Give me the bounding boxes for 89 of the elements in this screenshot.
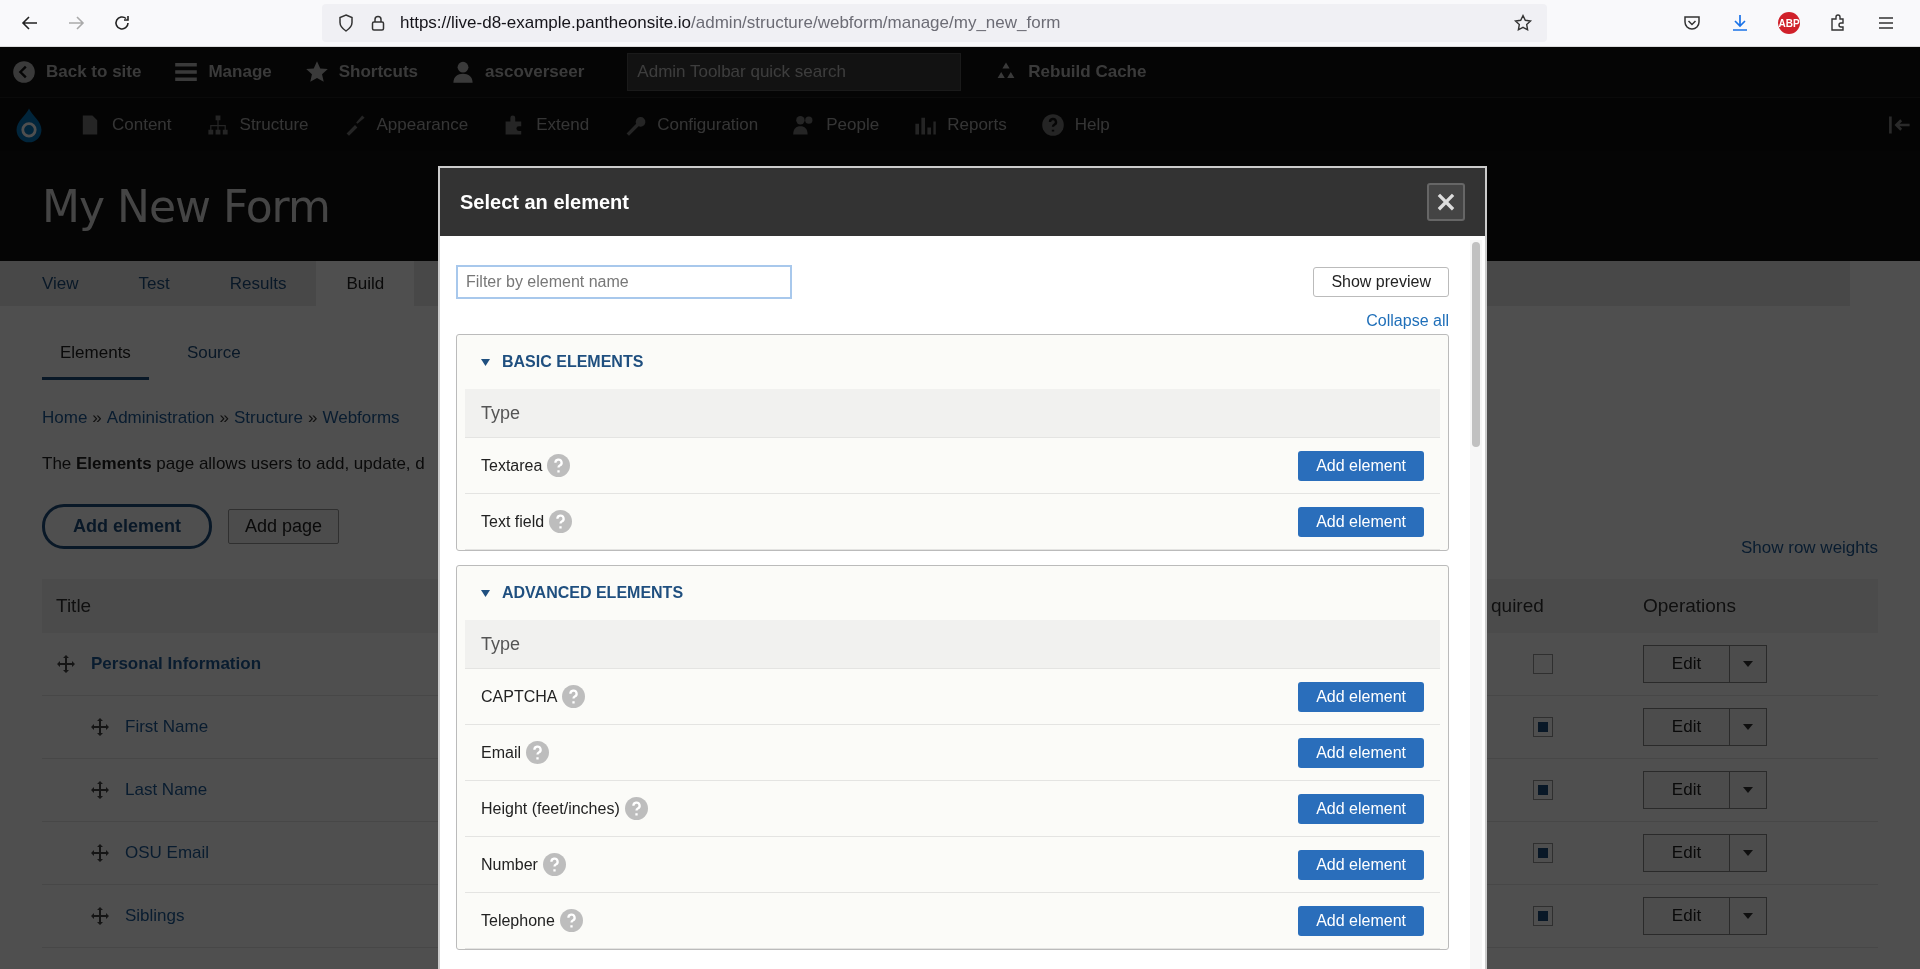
- element-name: Height (feet/inches): [481, 799, 620, 818]
- element-title-link[interactable]: First Name: [125, 717, 209, 737]
- column-header: Type: [465, 389, 1440, 438]
- drag-handle-icon[interactable]: [56, 654, 76, 674]
- description-text: The Elements page allows users to add, update, d: [42, 454, 426, 474]
- triangle-icon: [481, 357, 490, 367]
- dialog-title: Select an element: [460, 190, 629, 214]
- help-icon[interactable]: [559, 909, 583, 932]
- tab[interactable]: View: [0, 261, 109, 306]
- breadcrumb-separator: »: [92, 408, 102, 428]
- help-icon[interactable]: [542, 853, 566, 876]
- star-icon: [304, 60, 329, 84]
- collapse-all-link[interactable]: Collapse all: [1366, 312, 1449, 329]
- add-element-button[interactable]: Add element: [1298, 506, 1424, 537]
- adblock-badge[interactable]: ABP: [1778, 12, 1800, 34]
- page-title: My New Form: [42, 180, 330, 232]
- triangle-icon: [481, 588, 490, 598]
- drag-handle-icon[interactable]: [90, 843, 110, 863]
- element-name: Number: [481, 855, 538, 874]
- required-checkbox[interactable]: [1533, 654, 1553, 674]
- add-element-button[interactable]: Add element: [1298, 681, 1424, 712]
- tab[interactable]: Results: [199, 261, 317, 306]
- column-header: Type: [465, 620, 1440, 669]
- column-header: Title: [55, 595, 93, 617]
- element-name: Telephone: [481, 911, 555, 930]
- reload-icon[interactable]: [112, 13, 132, 33]
- help-icon[interactable]: [549, 510, 573, 533]
- filter-field[interactable]: Filter by element name: [456, 265, 792, 299]
- breadcrumb-link[interactable]: Administration: [106, 408, 215, 428]
- breadcrumb-link[interactable]: Home: [42, 408, 88, 428]
- add-element-button[interactable]: Add element: [1298, 793, 1424, 824]
- help-icon: [1040, 112, 1065, 137]
- add-element-button[interactable]: Add element: [1298, 737, 1424, 768]
- add-element-button[interactable]: Add element: [1298, 450, 1424, 481]
- back-circle-icon: [12, 60, 36, 84]
- tab[interactable]: Build: [316, 261, 415, 306]
- caret-icon: [1743, 724, 1753, 730]
- help-icon[interactable]: [562, 685, 586, 708]
- required-checkbox[interactable]: [1533, 906, 1553, 926]
- element-title-link[interactable]: Last Name: [125, 780, 208, 800]
- caret-icon: [1743, 787, 1753, 793]
- drag-handle-icon[interactable]: [90, 780, 110, 800]
- star-icon[interactable]: [1513, 13, 1533, 33]
- required-checkbox[interactable]: [1533, 843, 1553, 863]
- shield-icon[interactable]: [336, 13, 356, 33]
- help-icon[interactable]: [526, 741, 549, 764]
- pocket-icon[interactable]: [1682, 13, 1702, 33]
- caret-icon: [1743, 850, 1753, 856]
- add-element-button[interactable]: Add element: [1298, 905, 1424, 936]
- scrollbar[interactable]: [1470, 240, 1482, 969]
- show-preview-button[interactable]: Show preview: [1313, 267, 1449, 297]
- url-text: https://live-d8-example.pantheonsite.io/admin/structure/webform/manage/my_new_form: [400, 13, 1062, 33]
- tab[interactable]: Source: [168, 331, 259, 380]
- drag-handle-icon[interactable]: [90, 906, 110, 926]
- breadcrumb-link[interactable]: Structure: [234, 408, 303, 428]
- download-icon[interactable]: [1730, 13, 1750, 33]
- group-summary[interactable]: ADVANCED ELEMENTS: [465, 566, 1440, 620]
- drag-handle-icon[interactable]: [90, 717, 110, 737]
- element-title-link[interactable]: OSU Email: [125, 843, 210, 863]
- tab[interactable]: Elements: [42, 331, 149, 380]
- menu-icon: [174, 60, 199, 84]
- breadcrumb-separator: »: [219, 408, 229, 428]
- show-row-weights-link[interactable]: Show row weights: [1741, 538, 1878, 558]
- column-header: quired: [1490, 595, 1545, 617]
- drop-logo-icon[interactable]: [14, 106, 44, 143]
- element-title-link[interactable]: Personal Information: [91, 654, 262, 674]
- element-name: CAPTCHA: [481, 687, 558, 706]
- user-icon: [451, 60, 476, 84]
- element-title-link[interactable]: Siblings: [125, 906, 185, 926]
- breadcrumb-separator: »: [308, 408, 318, 428]
- sitemap-icon: [205, 112, 230, 137]
- tab[interactable]: Test: [108, 261, 200, 306]
- address-bar[interactable]: https://live-d8-example.pantheonsite.io/admin/structure/webform/manage/my_new_form: [322, 4, 1547, 42]
- column-header: Operations: [1643, 595, 1737, 617]
- caret-icon: [1743, 913, 1753, 919]
- close-button[interactable]: ×: [1427, 183, 1465, 221]
- element-name: Text field: [481, 512, 545, 531]
- help-icon[interactable]: [624, 797, 648, 820]
- add-element-button[interactable]: Add element: [42, 504, 213, 549]
- element-name: Email: [481, 743, 521, 762]
- add-page-button[interactable]: Add page: [228, 509, 340, 544]
- required-checkbox[interactable]: [1533, 780, 1553, 800]
- group-summary[interactable]: BASIC ELEMENTS: [465, 335, 1440, 389]
- help-icon[interactable]: [547, 454, 571, 477]
- caret-icon: [1743, 661, 1753, 667]
- breadcrumb-link[interactable]: Webforms: [322, 408, 400, 428]
- add-element-button[interactable]: Add element: [1298, 849, 1424, 880]
- element-name: Textarea: [481, 456, 543, 475]
- required-checkbox[interactable]: [1533, 717, 1553, 737]
